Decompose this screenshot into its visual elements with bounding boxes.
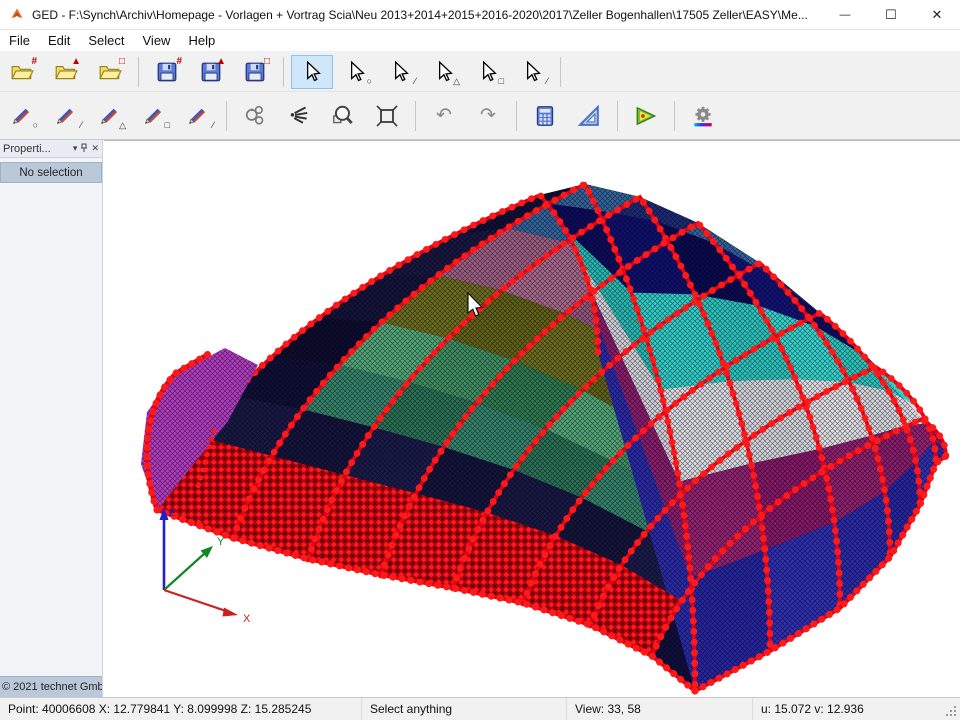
measure-button[interactable] (568, 99, 610, 133)
application-window: { "window": { "title": "GED - F:\\Synch\… (0, 0, 960, 720)
open-points-button[interactable]: ▲ (45, 55, 87, 89)
menu-help[interactable]: Help (179, 31, 224, 50)
svg-text:X: X (243, 613, 251, 625)
status-bar: Point: 40006608 X: 12.779841 Y: 8.099998… (0, 697, 960, 720)
toolbar-separator (226, 101, 227, 131)
toolbar-separator (138, 57, 139, 87)
status-hint: Select anything (362, 698, 567, 720)
menu-edit[interactable]: Edit (39, 31, 79, 50)
chevron-down-icon[interactable]: ▾ (73, 143, 78, 154)
status-view-angles: View: 33, 58 (567, 698, 753, 720)
draw-triangle-button[interactable]: △ (89, 99, 131, 133)
draw-point-button[interactable]: ○ (1, 99, 43, 133)
menu-file[interactable]: File (0, 31, 39, 50)
pin-icon[interactable] (80, 143, 88, 155)
window-title: GED - F:\Synch\Archiv\Homepage - Vorlage… (32, 8, 822, 22)
resize-grip[interactable] (945, 705, 958, 718)
zoom-point-button[interactable] (278, 99, 320, 133)
svg-text:Y: Y (217, 536, 225, 548)
properties-panel-body (0, 183, 102, 676)
app-logo-icon (8, 6, 26, 24)
title-bar: GED - F:\Synch\Archiv\Homepage - Vorlage… (0, 0, 960, 30)
toolbar-separator (674, 101, 675, 131)
rotate-view-button[interactable] (234, 99, 276, 133)
toolbar-separator (617, 101, 618, 131)
select-quads-tool-button[interactable]: □ (467, 55, 509, 89)
minimize-button[interactable]: — (822, 0, 868, 30)
select-tool-button[interactable] (291, 55, 333, 89)
open-elements-button[interactable]: □ (89, 55, 131, 89)
menu-bar: FileEditSelectViewHelp (0, 30, 960, 52)
redo-button[interactable]: ↷ (467, 99, 509, 133)
close-button[interactable]: ✕ (914, 0, 960, 30)
toolbar-separator (516, 101, 517, 131)
maximize-button[interactable]: ☐ (868, 0, 914, 30)
select-points-tool-button[interactable]: ○ (335, 55, 377, 89)
save-elements-button[interactable]: □ (234, 55, 276, 89)
status-uv-coordinates: u: 15.072 v: 12.936 (753, 698, 960, 720)
select-edges-tool-button[interactable]: ⁄ (511, 55, 553, 89)
draw-line-button[interactable]: ⁄ (45, 99, 87, 133)
undo-button[interactable]: ↶ (423, 99, 465, 133)
menu-view[interactable]: View (134, 31, 180, 50)
open-project-button[interactable]: # (1, 55, 43, 89)
toolbar-separator (560, 57, 561, 87)
select-triangles-tool-button[interactable]: △ (423, 55, 465, 89)
copyright-label: © 2021 technet GmbH (0, 676, 102, 697)
select-lines-tool-button[interactable]: ⁄ (379, 55, 421, 89)
menu-select[interactable]: Select (79, 31, 133, 50)
close-panel-icon[interactable]: ✕ (91, 143, 99, 154)
svg-text:Z: Z (169, 508, 175, 519)
status-point-coordinates: Point: 40006608 X: 12.779841 Y: 8.099998… (0, 698, 362, 720)
calculator-button[interactable] (524, 99, 566, 133)
properties-panel-title: Properti... (3, 143, 70, 155)
properties-panel: Properti... ▾ ✕ No selection © 2021 tech… (0, 140, 103, 697)
toolbar-draw-view: ○⁄△□⁄↶↷ (0, 92, 960, 140)
save-points-button[interactable]: ▲ (190, 55, 232, 89)
zoom-extents-button[interactable] (366, 99, 408, 133)
toolbar-separator (415, 101, 416, 131)
run-button[interactable] (625, 99, 667, 133)
vault-model-drawing[interactable]: Z Y X (104, 141, 960, 698)
selection-status: No selection (0, 162, 102, 183)
toolbar-file-select: #▲□#▲□○⁄△□⁄ (0, 52, 960, 92)
save-project-button[interactable]: # (146, 55, 188, 89)
toolbar-separator (283, 57, 284, 87)
draw-quad-button[interactable]: □ (133, 99, 175, 133)
zoom-window-button[interactable] (322, 99, 364, 133)
viewport-3d[interactable]: Z Y X (104, 140, 960, 697)
draw-edge-button[interactable]: ⁄ (177, 99, 219, 133)
properties-panel-header[interactable]: Properti... ▾ ✕ (0, 140, 102, 158)
settings-button[interactable] (682, 99, 724, 133)
